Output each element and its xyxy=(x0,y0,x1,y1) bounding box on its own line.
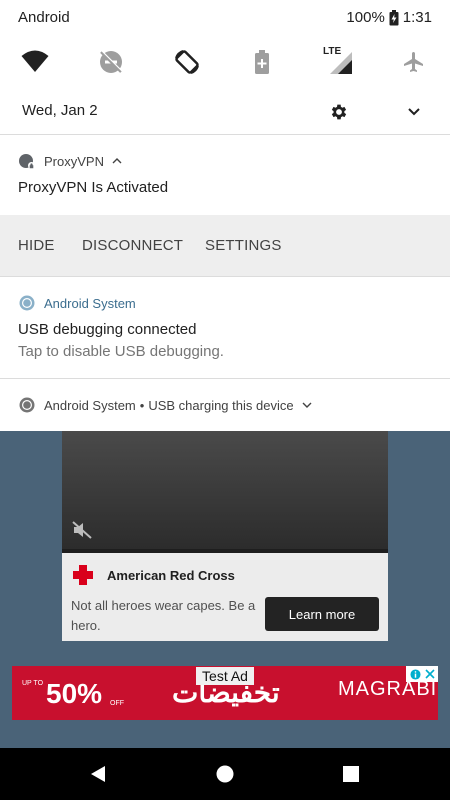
date-row: Wed, Jan 2 xyxy=(0,92,450,132)
lte-label: LTE xyxy=(323,46,342,57)
usb-charging-row: Android System • USB charging this devic… xyxy=(18,396,312,414)
usb-charging-notification[interactable]: Android System • USB charging this devic… xyxy=(0,379,450,431)
status-right: 100% 1:31 xyxy=(346,9,432,26)
expand-chevron-icon[interactable] xyxy=(406,104,422,120)
advertiser-name: American Red Cross xyxy=(107,568,235,583)
info-icon[interactable] xyxy=(409,668,421,680)
settings-button[interactable]: SETTINGS xyxy=(205,237,282,254)
vpn-globe-icon xyxy=(19,154,35,169)
banner-discount-suffix: OFF xyxy=(110,700,124,707)
usb-debug-title: USB debugging connected xyxy=(18,321,197,338)
home-icon[interactable] xyxy=(216,765,234,788)
navigation-bar xyxy=(0,748,450,800)
recents-icon[interactable] xyxy=(343,766,359,787)
android-system-icon xyxy=(19,397,35,413)
learn-more-button[interactable]: Learn more xyxy=(265,597,379,631)
separator-dot: • xyxy=(139,397,145,413)
test-ad-label: Test Ad xyxy=(196,667,254,685)
red-cross-logo-icon xyxy=(71,564,95,593)
auto-rotate-icon[interactable] xyxy=(169,44,205,80)
date-label: Wed, Jan 2 xyxy=(22,102,98,119)
usb-debug-app-row: Android System xyxy=(18,294,136,312)
vpn-actions: HIDE DISCONNECT SETTINGS xyxy=(0,215,450,276)
usb-charging-text: USB charging this device xyxy=(148,397,294,413)
vpn-app-row: ProxyVPN xyxy=(18,152,122,170)
video-progress xyxy=(62,549,388,553)
hide-button[interactable]: HIDE xyxy=(18,237,55,254)
usb-debug-notification[interactable]: Android System USB debugging connected T… xyxy=(0,277,450,378)
mobile-data-icon[interactable]: LTE xyxy=(321,44,357,80)
banner-discount: 50% xyxy=(46,678,103,709)
wifi-icon[interactable] xyxy=(17,44,53,80)
back-icon[interactable] xyxy=(89,765,107,788)
usb-debug-app-name: Android System xyxy=(44,295,136,311)
ad-body-text: Not all heroes wear capes. Be a hero. xyxy=(71,598,256,633)
usb-charging-app-name: Android System xyxy=(44,397,136,413)
ad-choices[interactable] xyxy=(406,666,438,682)
airplane-mode-icon[interactable] xyxy=(396,44,432,80)
vpn-notification[interactable]: ProxyVPN ProxyVPN Is Activated xyxy=(0,135,450,215)
collapse-chevron-icon[interactable] xyxy=(112,157,122,165)
clock: 1:31 xyxy=(402,9,432,26)
battery-percent: 100% xyxy=(346,9,385,26)
banner-discount-prefix: UP TO xyxy=(22,680,44,687)
vpn-app-name: ProxyVPN xyxy=(44,153,104,169)
video-player[interactable] xyxy=(62,431,388,549)
carrier-name: Android xyxy=(18,9,70,26)
quick-settings-row: LTE xyxy=(0,38,450,86)
expand-chevron-icon[interactable] xyxy=(302,401,312,409)
close-ad-icon[interactable] xyxy=(424,669,435,679)
usb-debug-text: Tap to disable USB debugging. xyxy=(18,343,224,360)
disconnect-button[interactable]: DISCONNECT xyxy=(82,237,183,254)
android-system-icon xyxy=(19,295,35,311)
vpn-title: ProxyVPN Is Activated xyxy=(18,179,169,196)
mute-icon[interactable] xyxy=(72,521,92,544)
battery-saver-icon[interactable] xyxy=(244,44,280,80)
settings-gear-icon[interactable] xyxy=(329,102,349,122)
status-bar: Android 100% 1:31 xyxy=(0,0,450,36)
battery-charging-icon xyxy=(389,9,399,25)
do-not-disturb-icon[interactable] xyxy=(93,44,129,80)
